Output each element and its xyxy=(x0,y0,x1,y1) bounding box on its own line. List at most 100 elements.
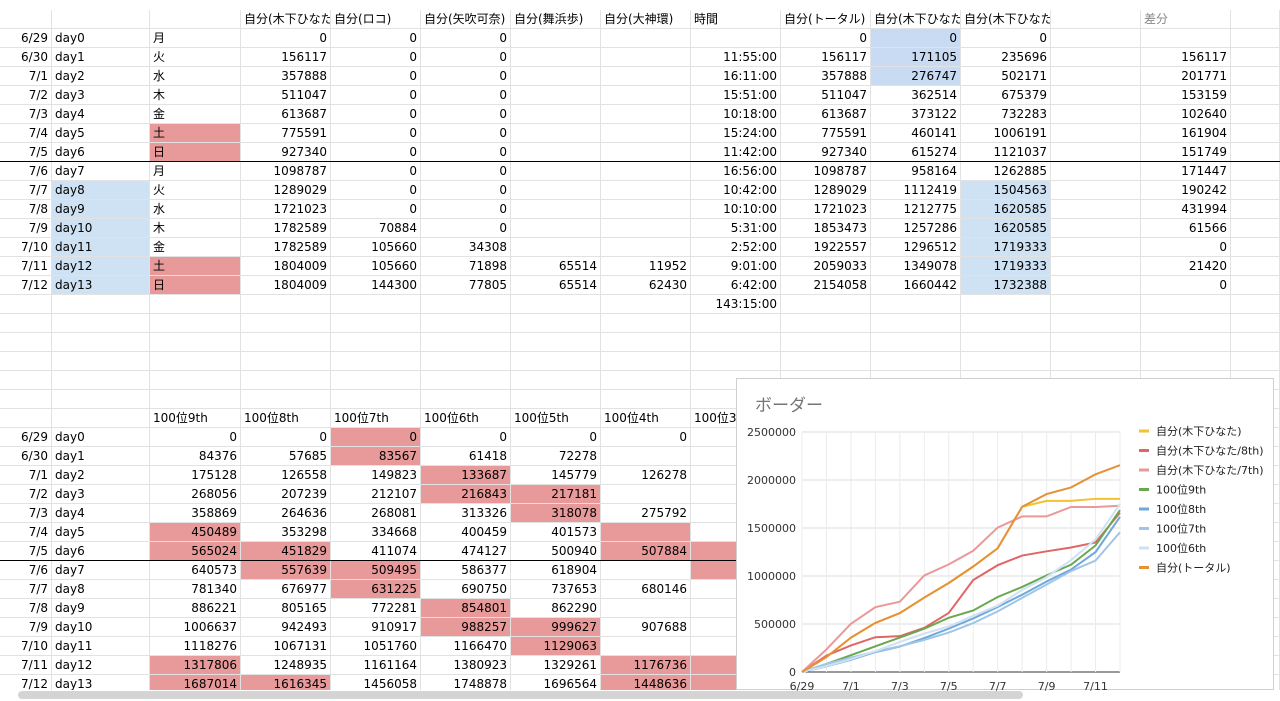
value-cell[interactable]: 907688 xyxy=(601,618,691,637)
value-cell[interactable]: 0 xyxy=(421,48,511,67)
column-header[interactable]: 100位7th xyxy=(331,409,421,428)
date-cell[interactable]: 7/12 xyxy=(0,675,52,690)
value-cell[interactable]: 334668 xyxy=(331,523,421,542)
day-cell[interactable]: day5 xyxy=(52,523,150,542)
value-cell[interactable] xyxy=(691,29,781,48)
value-cell[interactable]: 1296512 xyxy=(871,238,961,257)
date-cell[interactable]: 7/4 xyxy=(0,523,52,542)
value-cell[interactable] xyxy=(1051,219,1141,238)
empty-cell[interactable] xyxy=(52,371,150,390)
column-header[interactable]: 自分(大神環) xyxy=(601,10,691,29)
value-cell[interactable] xyxy=(601,181,691,200)
value-cell[interactable]: 275792 xyxy=(601,504,691,523)
value-cell[interactable] xyxy=(511,219,601,238)
value-cell[interactable]: 1804009 xyxy=(241,276,331,295)
empty-cell[interactable] xyxy=(511,390,601,409)
weekday-cell[interactable]: 日 xyxy=(150,143,241,162)
column-header[interactable]: 100位5th xyxy=(511,409,601,428)
date-cell[interactable]: 7/5 xyxy=(0,542,52,561)
empty-cell[interactable] xyxy=(781,333,871,352)
column-header[interactable]: 自分(木下ひなた/7th) xyxy=(961,10,1051,29)
value-cell[interactable]: 1166470 xyxy=(421,637,511,656)
value-cell[interactable]: 676977 xyxy=(241,580,331,599)
day-cell[interactable]: day6 xyxy=(52,542,150,561)
empty-cell[interactable] xyxy=(601,333,691,352)
weekday-cell[interactable]: 木 xyxy=(150,86,241,105)
value-cell[interactable] xyxy=(601,29,691,48)
date-cell[interactable]: 6/29 xyxy=(0,29,52,48)
value-cell[interactable] xyxy=(601,67,691,86)
value-cell[interactable] xyxy=(1141,29,1231,48)
weekday-cell[interactable]: 土 xyxy=(150,257,241,276)
value-cell[interactable]: 958164 xyxy=(871,162,961,181)
weekday-cell[interactable]: 火 xyxy=(150,181,241,200)
value-cell[interactable]: 61566 xyxy=(1141,219,1231,238)
value-cell[interactable]: 0 xyxy=(421,200,511,219)
column-header-diff[interactable]: 差分 xyxy=(1141,10,1231,29)
value-cell[interactable]: 357888 xyxy=(241,67,331,86)
column-header[interactable] xyxy=(1051,10,1141,29)
day-cell[interactable]: day1 xyxy=(52,48,150,67)
empty-cell[interactable] xyxy=(0,295,52,314)
value-cell[interactable] xyxy=(511,143,601,162)
value-cell[interactable]: 65514 xyxy=(511,276,601,295)
day-cell[interactable]: day4 xyxy=(52,105,150,124)
column-header[interactable]: 100位8th xyxy=(241,409,331,428)
column-header[interactable]: 時間 xyxy=(691,10,781,29)
value-cell[interactable]: 0 xyxy=(421,162,511,181)
empty-cell[interactable] xyxy=(511,314,601,333)
value-cell[interactable]: 1804009 xyxy=(241,257,331,276)
day-cell[interactable]: day3 xyxy=(52,86,150,105)
value-cell[interactable]: 1289029 xyxy=(781,181,871,200)
value-cell[interactable]: 70884 xyxy=(331,219,421,238)
empty-cell[interactable] xyxy=(421,314,511,333)
value-cell[interactable]: 0 xyxy=(421,143,511,162)
day-cell[interactable]: day0 xyxy=(52,29,150,48)
empty-cell[interactable] xyxy=(1231,86,1280,105)
value-cell[interactable]: 216843 xyxy=(421,485,511,504)
empty-cell[interactable] xyxy=(331,352,421,371)
value-cell[interactable]: 1732388 xyxy=(961,276,1051,295)
value-cell[interactable]: 133687 xyxy=(421,466,511,485)
empty-cell[interactable] xyxy=(871,295,961,314)
value-cell[interactable]: 0 xyxy=(421,219,511,238)
value-cell[interactable]: 775591 xyxy=(781,124,871,143)
value-cell[interactable]: 557639 xyxy=(241,561,331,580)
value-cell[interactable] xyxy=(601,143,691,162)
weekday-cell[interactable]: 火 xyxy=(150,48,241,67)
value-cell[interactable]: 618904 xyxy=(511,561,601,580)
empty-cell[interactable] xyxy=(781,295,871,314)
empty-cell[interactable] xyxy=(421,333,511,352)
day-cell[interactable]: day12 xyxy=(52,656,150,675)
value-cell[interactable]: 450489 xyxy=(150,523,241,542)
empty-cell[interactable] xyxy=(150,352,241,371)
value-cell[interactable]: 175128 xyxy=(150,466,241,485)
value-cell[interactable]: 927340 xyxy=(781,143,871,162)
empty-cell[interactable] xyxy=(1231,333,1280,352)
value-cell[interactable]: 999627 xyxy=(511,618,601,637)
value-cell[interactable] xyxy=(511,162,601,181)
value-cell[interactable]: 1782589 xyxy=(241,238,331,257)
value-cell[interactable]: 805165 xyxy=(241,599,331,618)
column-header[interactable]: 自分(木下ひなた xyxy=(241,10,331,29)
value-cell[interactable]: 0 xyxy=(421,428,511,447)
empty-cell[interactable] xyxy=(150,371,241,390)
value-cell[interactable]: 1719333 xyxy=(961,238,1051,257)
value-cell[interactable]: 1719333 xyxy=(961,257,1051,276)
value-cell[interactable]: 0 xyxy=(871,29,961,48)
empty-cell[interactable] xyxy=(0,371,52,390)
empty-cell[interactable] xyxy=(1231,257,1280,276)
empty-cell[interactable] xyxy=(1231,200,1280,219)
empty-cell[interactable] xyxy=(421,371,511,390)
empty-cell[interactable] xyxy=(0,10,52,29)
date-cell[interactable]: 7/5 xyxy=(0,143,52,162)
value-cell[interactable]: 1051760 xyxy=(331,637,421,656)
date-cell[interactable]: 7/12 xyxy=(0,276,52,295)
value-cell[interactable]: 353298 xyxy=(241,523,331,542)
value-cell[interactable]: 105660 xyxy=(331,257,421,276)
value-cell[interactable]: 1289029 xyxy=(241,181,331,200)
empty-cell[interactable] xyxy=(421,352,511,371)
value-cell[interactable]: 276747 xyxy=(871,67,961,86)
empty-cell[interactable] xyxy=(1231,48,1280,67)
column-header[interactable]: 100位6th xyxy=(421,409,511,428)
